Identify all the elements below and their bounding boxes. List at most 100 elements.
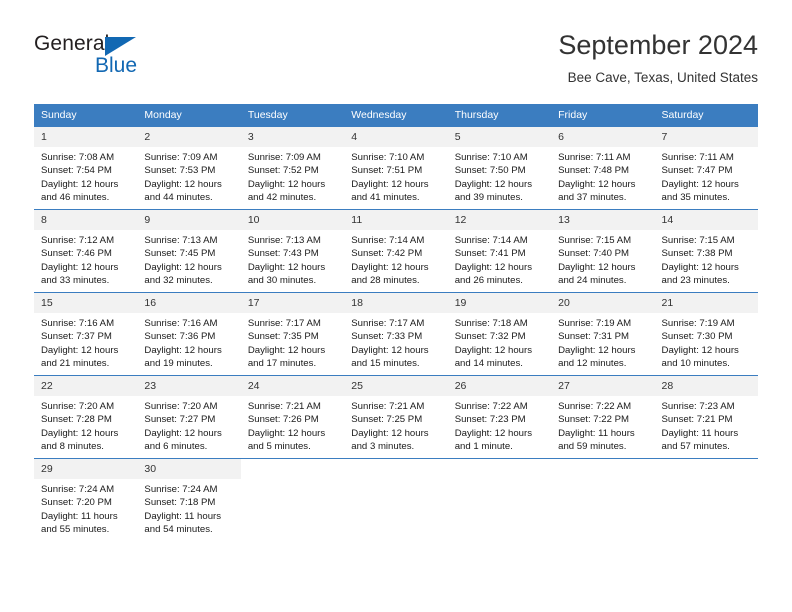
day-cell[interactable]: 22 Sunrise: 7:20 AM Sunset: 7:28 PM Dayligh…	[34, 375, 138, 459]
day-detail-line: Daylight: 12 hours	[351, 427, 429, 439]
day-detail-line: and 6 minutes.	[144, 441, 208, 453]
day-number: 11	[344, 210, 448, 230]
day-number	[240, 459, 345, 479]
day-number: 21	[654, 293, 758, 313]
day-cell[interactable]: 8 Sunrise: 7:12 AM Sunset: 7:46 PM Daylight…	[34, 209, 138, 293]
day-cell[interactable]: 6 Sunrise: 7:11 AM Sunset: 7:48 PM Daylight…	[551, 126, 655, 210]
day-detail-line: Daylight: 12 hours	[661, 261, 739, 273]
day-cell[interactable]: 27 Sunrise: 7:22 AM Sunset: 7:22 PM Dayligh…	[551, 375, 655, 459]
day-cell[interactable]: 24 Sunrise: 7:21 AM Sunset: 7:26 PM Dayligh…	[240, 375, 345, 459]
day-details: Sunrise: 7:14 AM Sunset: 7:41 PM Daylight:…	[448, 230, 551, 288]
day-cell[interactable]: 18 Sunrise: 7:17 AM Sunset: 7:33 PM Dayligh…	[344, 292, 448, 376]
day-detail-line: and 37 minutes.	[558, 192, 627, 204]
day-detail-line: Daylight: 12 hours	[41, 344, 119, 356]
day-cell[interactable]: 26 Sunrise: 7:22 AM Sunset: 7:23 PM Dayligh…	[447, 375, 552, 459]
day-details: Sunrise: 7:15 AM Sunset: 7:40 PM Daylight:…	[551, 230, 654, 288]
day-number: 29	[34, 459, 138, 479]
day-cell[interactable]: 29 Sunrise: 7:24 AM Sunset: 7:20 PM Dayligh…	[34, 458, 138, 541]
day-details: Sunrise: 7:21 AM Sunset: 7:26 PM Daylight:…	[241, 396, 344, 454]
calendar-week-row: 1 Sunrise: 7:08 AM Sunset: 7:54 PM Daylight…	[34, 126, 758, 210]
day-cell[interactable]: 2 Sunrise: 7:09 AM Sunset: 7:53 PM Daylight…	[137, 126, 241, 210]
day-cell[interactable]: 4 Sunrise: 7:10 AM Sunset: 7:51 PM Daylight…	[344, 126, 448, 210]
day-cell[interactable]: 20 Sunrise: 7:19 AM Sunset: 7:31 PM Dayligh…	[551, 292, 655, 376]
day-detail-line: Daylight: 12 hours	[247, 261, 326, 273]
day-number: 6	[551, 127, 655, 147]
day-details: Sunrise: 7:22 AM Sunset: 7:23 PM Daylight:…	[448, 396, 551, 454]
general-blue-logo[interactable]: General Blue	[34, 32, 214, 90]
day-detail-line: Sunrise: 7:18 AM	[454, 318, 528, 329]
day-detail-line: Daylight: 12 hours	[454, 178, 533, 190]
day-detail-line: and 59 minutes.	[558, 441, 627, 453]
day-cell[interactable]: 10 Sunrise: 7:13 AM Sunset: 7:43 PM Dayligh…	[240, 209, 345, 293]
day-cell[interactable]: 23 Sunrise: 7:20 AM Sunset: 7:27 PM Dayligh…	[137, 375, 241, 459]
day-number: 1	[34, 127, 138, 147]
day-details	[241, 479, 344, 483]
day-detail-line: Daylight: 12 hours	[454, 344, 533, 356]
day-cell-empty	[344, 458, 448, 541]
brand-name-general: General	[34, 32, 110, 55]
day-detail-line: Sunset: 7:30 PM	[661, 331, 733, 343]
day-cell[interactable]: 19 Sunrise: 7:18 AM Sunset: 7:32 PM Dayligh…	[447, 292, 552, 376]
day-number	[551, 459, 655, 479]
page-subtitle: Bee Cave, Texas, United States	[567, 70, 758, 85]
calendar-grid: Sunday Monday Tuesday Wednesday Thursday Frid…	[34, 104, 758, 541]
day-cell[interactable]: 14 Sunrise: 7:15 AM Sunset: 7:38 PM Dayligh…	[654, 209, 758, 293]
day-detail-line: Sunrise: 7:24 AM	[41, 484, 115, 495]
day-number: 24	[240, 376, 345, 396]
day-detail-line: Daylight: 12 hours	[351, 261, 429, 273]
calendar-week-row: 15 Sunrise: 7:16 AM Sunset: 7:37 PM Dayligh…	[34, 292, 758, 376]
day-detail-line: Daylight: 12 hours	[558, 261, 636, 273]
day-cell[interactable]: 3 Sunrise: 7:09 AM Sunset: 7:52 PM Daylight…	[240, 126, 345, 210]
weekday-header-wednesday: Wednesday	[344, 104, 448, 127]
day-detail-line: and 19 minutes.	[144, 358, 213, 370]
day-detail-line: Sunrise: 7:13 AM	[247, 235, 321, 246]
day-cell[interactable]: 30 Sunrise: 7:24 AM Sunset: 7:18 PM Dayligh…	[137, 458, 241, 541]
day-cell[interactable]: 21 Sunrise: 7:19 AM Sunset: 7:30 PM Dayligh…	[654, 292, 758, 376]
day-detail-line: Daylight: 12 hours	[41, 261, 119, 273]
day-cell[interactable]: 16 Sunrise: 7:16 AM Sunset: 7:36 PM Dayligh…	[137, 292, 241, 376]
day-details: Sunrise: 7:10 AM Sunset: 7:50 PM Daylight:…	[448, 147, 551, 205]
day-detail-line: Sunset: 7:50 PM	[454, 165, 526, 177]
day-detail-line: Sunset: 7:28 PM	[41, 414, 112, 426]
day-cell[interactable]: 5 Sunrise: 7:10 AM Sunset: 7:50 PM Daylight…	[447, 126, 552, 210]
day-number: 22	[34, 376, 138, 396]
day-number: 14	[654, 210, 758, 230]
day-details: Sunrise: 7:21 AM Sunset: 7:25 PM Daylight:…	[344, 396, 447, 454]
day-cell[interactable]: 25 Sunrise: 7:21 AM Sunset: 7:25 PM Dayligh…	[344, 375, 448, 459]
day-cell-empty	[551, 458, 655, 541]
day-detail-line: and 30 minutes.	[247, 275, 317, 287]
day-cell[interactable]: 1 Sunrise: 7:08 AM Sunset: 7:54 PM Daylight…	[34, 126, 138, 210]
day-detail-line: Sunset: 7:25 PM	[351, 414, 423, 426]
day-detail-line: Sunset: 7:27 PM	[144, 414, 216, 426]
day-details: Sunrise: 7:10 AM Sunset: 7:51 PM Daylight:…	[344, 147, 447, 205]
day-detail-line: Sunset: 7:18 PM	[144, 497, 216, 509]
day-detail-line: Daylight: 12 hours	[454, 427, 533, 439]
day-number: 19	[447, 293, 552, 313]
day-detail-line: Sunset: 7:38 PM	[661, 248, 733, 260]
day-number: 27	[551, 376, 655, 396]
day-detail-line: Sunrise: 7:13 AM	[144, 235, 218, 246]
day-detail-line: Daylight: 12 hours	[661, 178, 739, 190]
day-detail-line: and 5 minutes.	[247, 441, 311, 453]
day-details: Sunrise: 7:17 AM Sunset: 7:35 PM Daylight:…	[241, 313, 344, 371]
day-detail-line: Daylight: 12 hours	[144, 178, 222, 190]
day-number: 16	[137, 293, 241, 313]
day-detail-line: Sunset: 7:51 PM	[351, 165, 423, 177]
day-cell[interactable]: 13 Sunrise: 7:15 AM Sunset: 7:40 PM Dayligh…	[551, 209, 655, 293]
day-details: Sunrise: 7:12 AM Sunset: 7:46 PM Daylight:…	[34, 230, 137, 288]
day-cell[interactable]: 11 Sunrise: 7:14 AM Sunset: 7:42 PM Dayligh…	[344, 209, 448, 293]
day-detail-line: and 44 minutes.	[144, 192, 213, 204]
day-detail-line: Daylight: 12 hours	[247, 178, 326, 190]
day-number: 5	[447, 127, 552, 147]
day-cell[interactable]: 7 Sunrise: 7:11 AM Sunset: 7:47 PM Daylight…	[654, 126, 758, 210]
day-cell[interactable]: 28 Sunrise: 7:23 AM Sunset: 7:21 PM Dayligh…	[654, 375, 758, 459]
day-cell[interactable]: 17 Sunrise: 7:17 AM Sunset: 7:35 PM Dayligh…	[240, 292, 345, 376]
day-detail-line: Sunrise: 7:08 AM	[41, 152, 115, 163]
day-number: 20	[551, 293, 655, 313]
day-detail-line: and 17 minutes.	[247, 358, 317, 370]
day-cell[interactable]: 12 Sunrise: 7:14 AM Sunset: 7:41 PM Dayligh…	[447, 209, 552, 293]
day-detail-line: Daylight: 12 hours	[351, 178, 429, 190]
day-cell[interactable]: 15 Sunrise: 7:16 AM Sunset: 7:37 PM Dayligh…	[34, 292, 138, 376]
day-detail-line: Daylight: 12 hours	[661, 344, 739, 356]
day-cell[interactable]: 9 Sunrise: 7:13 AM Sunset: 7:45 PM Daylight…	[137, 209, 241, 293]
